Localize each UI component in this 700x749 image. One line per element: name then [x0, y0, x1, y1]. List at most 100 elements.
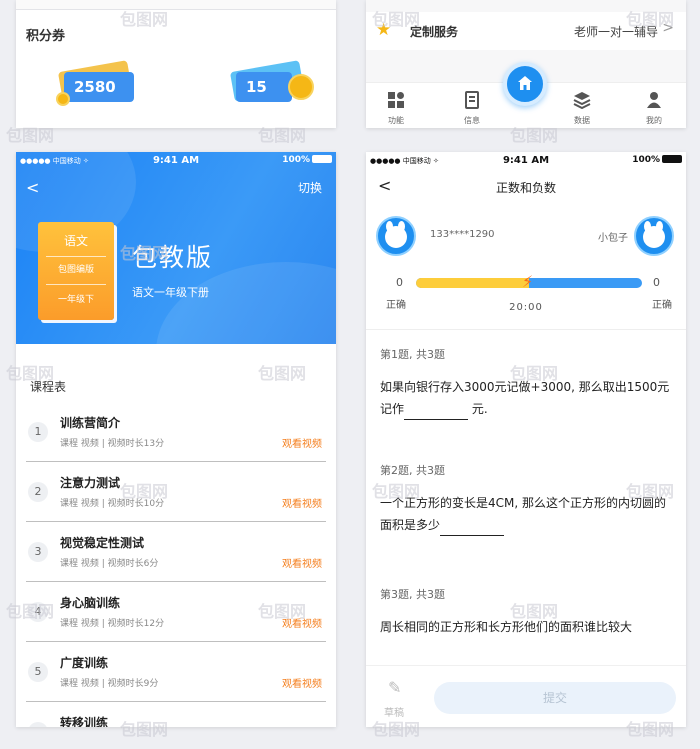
battery-icon [312, 155, 332, 163]
book-name: 语文一年级下册 [132, 286, 209, 299]
book-publisher: 包图编版 [57, 265, 94, 275]
lesson-title: 转移训练 [60, 716, 109, 727]
opponent-name: 小包子 [598, 233, 628, 244]
battle-header: 133****1290 小包子 0 0 ⚡ 正确 正确 20:00 [366, 206, 686, 330]
coin-icon [56, 92, 70, 106]
lesson-number: 3 [28, 542, 48, 562]
tab-data[interactable]: 数据 [560, 91, 604, 126]
lesson-meta: 课程 视频 | 视频时长13分 [60, 439, 165, 449]
watermark: 包图网 [372, 720, 421, 739]
page-title: 正数和负数 [495, 181, 556, 195]
divider [16, 0, 336, 10]
lesson-meta: 课程 视频 | 视频时长9分 [60, 679, 159, 689]
watermark: 包图网 [626, 482, 675, 501]
watermark: 包图网 [372, 10, 421, 29]
divider [46, 284, 106, 285]
tab-label: 信息 [464, 116, 480, 125]
coin-icon [288, 74, 314, 100]
decor-hill [156, 262, 336, 344]
lesson-number: 6 [28, 722, 48, 727]
avatar[interactable] [634, 216, 674, 256]
book-cover[interactable]: 语文 包图编版 一年级下 [38, 222, 114, 320]
tab-info[interactable]: 信息 [450, 91, 494, 126]
watermark: 包图网 [626, 10, 675, 29]
lightning-icon: ⚡ [522, 272, 534, 291]
player-score: 0 [396, 276, 403, 289]
watch-video-link[interactable]: 观看视频 [282, 675, 322, 690]
answer-blank[interactable] [404, 406, 469, 420]
lesson-meta: 课程 视频 | 视频时长6分 [60, 559, 159, 569]
tab-label: 功能 [388, 116, 404, 125]
watermark: 包图网 [120, 482, 169, 501]
watermark: 包图网 [510, 602, 559, 621]
textbook-screen: ●●●●● 中国移动 ✧ 9:41 AM 100% < 切换 语文 包图编版 一… [16, 152, 336, 727]
watermark: 包图网 [120, 10, 169, 29]
watermark: 包图网 [510, 364, 559, 383]
grid-icon [387, 91, 405, 109]
watch-video-link[interactable]: 观看视频 [282, 495, 322, 510]
back-icon[interactable]: < [26, 178, 39, 197]
coupon-value: 15 [246, 78, 267, 96]
lesson-item[interactable]: 3 视觉稳定性测试 课程 视频 | 视频时长6分 观看视频 [26, 522, 326, 582]
watermark: 包图网 [258, 602, 307, 621]
question-header: 第2题, 共3题 [380, 464, 445, 477]
quiz-screen: ●●●●● 中国移动 ✧ 9:41 AM 100% < 正数和负数 133***… [366, 152, 686, 727]
rabbit-face [643, 226, 665, 248]
status-bar: ●●●●● 中国移动 ✧ 9:41 AM 100% [16, 152, 336, 170]
submit-button[interactable]: 提交 [434, 682, 676, 714]
tab-label: 数据 [574, 116, 590, 125]
lesson-item[interactable]: 1 训练营简介 课程 视频 | 视频时长13分 观看视频 [26, 402, 326, 462]
watermark: 包图网 [626, 720, 675, 739]
lesson-title: 视觉稳定性测试 [60, 536, 145, 550]
lesson-number: 5 [28, 662, 48, 682]
lesson-item[interactable]: 5 广度训练 课程 视频 | 视频时长9分 观看视频 [26, 642, 326, 702]
home-button[interactable] [503, 62, 547, 106]
points-title: 积分券 [26, 29, 66, 44]
rabbit-face [385, 226, 407, 248]
avatar[interactable] [376, 216, 416, 256]
battery-icon [662, 155, 682, 163]
watermark: 包图网 [258, 126, 307, 145]
points-panel: 积分券 2580 15 [16, 0, 336, 128]
lesson-number: 2 [28, 482, 48, 502]
tab-function[interactable]: 功能 [374, 91, 418, 126]
watch-video-link[interactable]: 观看视频 [282, 435, 322, 450]
countdown-timer: 20:00 [509, 302, 543, 313]
book-grade: 一年级下 [57, 295, 94, 305]
versus-progress-left [416, 278, 529, 288]
lesson-title: 注意力测试 [60, 476, 121, 490]
lesson-title: 训练营简介 [60, 416, 121, 430]
watermark: 包图网 [120, 244, 169, 263]
pencil-icon[interactable]: ✎ [388, 678, 401, 697]
lesson-number: 1 [28, 422, 48, 442]
lesson-item[interactable]: 2 注意力测试 课程 视频 | 视频时长10分 观看视频 [26, 462, 326, 522]
layers-icon [573, 91, 591, 110]
book-subject: 语文 [63, 234, 88, 248]
tab-mine[interactable]: 我的 [632, 91, 676, 126]
watermark: 包图网 [510, 126, 559, 145]
page: 积分券 2580 15 ★ 定制服务 老师一对一辅导 > 功能 信息 数据 我的… [0, 0, 700, 749]
lesson-meta: 课程 视频 | 视频时长12分 [60, 619, 165, 629]
watermark: 包图网 [6, 364, 55, 383]
answer-blank[interactable] [440, 522, 505, 536]
watermark: 包图网 [120, 720, 169, 739]
battery: 100% [632, 155, 682, 165]
watermark: 包图网 [6, 126, 55, 145]
watermark: 包图网 [258, 364, 307, 383]
coupon-card[interactable]: 15 [228, 60, 314, 110]
tab-label: 我的 [646, 116, 662, 125]
textbook-hero: ●●●●● 中国移动 ✧ 9:41 AM 100% < 切换 语文 包图编版 一… [16, 152, 336, 344]
lesson-title: 广度训练 [60, 656, 109, 670]
coupon-value: 2580 [74, 78, 116, 96]
switch-button[interactable]: 切换 [298, 179, 322, 196]
divider [46, 256, 106, 257]
lesson-item[interactable]: 6 转移训练 [26, 702, 326, 727]
opponent-score: 0 [653, 276, 660, 289]
watch-video-link[interactable]: 观看视频 [282, 555, 322, 570]
player-name: 133****1290 [430, 229, 495, 240]
watermark: 包图网 [372, 482, 421, 501]
battery: 100% [282, 155, 332, 165]
document-icon [463, 91, 481, 109]
lesson-title: 身心脑训练 [60, 596, 121, 610]
coupon-card[interactable]: 2580 [56, 60, 142, 110]
